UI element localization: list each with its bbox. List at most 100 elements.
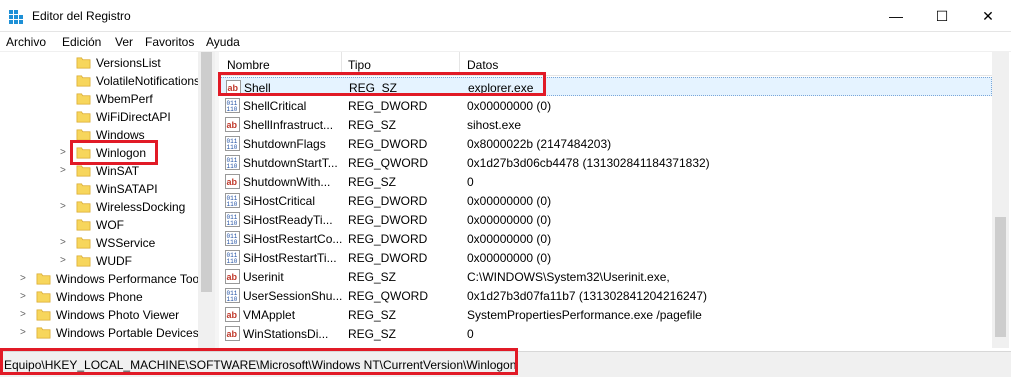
folder-icon xyxy=(76,73,91,88)
column-header-nombre[interactable]: Nombre xyxy=(227,58,270,72)
tree-item[interactable]: > Winlogon xyxy=(0,144,200,162)
tree-item[interactable]: WinSATAPI xyxy=(0,180,200,198)
cell-data: C:\WINDOWS\System32\Userinit.exe, xyxy=(467,270,670,284)
table-row[interactable]: ab Shell REG_SZ explorer.exe xyxy=(219,77,992,96)
registry-tree[interactable]: VersionsList VolatileNotifications WbemPer… xyxy=(0,52,215,348)
table-row[interactable]: 011 110 UserSessionShu... REG_QWORD 0x1d27b3… xyxy=(219,286,992,305)
chevron-right-icon[interactable]: > xyxy=(60,165,70,177)
minimize-button[interactable]: — xyxy=(873,0,919,32)
binary-value-icon: 011 110 xyxy=(225,98,240,113)
tree-item-label: Windows Portable Devices xyxy=(56,326,199,340)
cell-type: REG_DWORD xyxy=(348,137,428,151)
cell-data: 0x00000000 (0) xyxy=(467,99,552,113)
table-row[interactable]: ab ShellInfrastruct... REG_SZ sihost.exe xyxy=(219,115,992,134)
chevron-right-icon[interactable]: > xyxy=(60,201,70,213)
binary-value-icon: 011 110 xyxy=(225,193,240,208)
cell-data: 0x00000000 (0) xyxy=(467,213,552,227)
chevron-right-icon[interactable]: > xyxy=(20,273,30,285)
menu-ayuda[interactable]: Ayuda xyxy=(206,35,240,49)
svg-text:ab: ab xyxy=(227,177,238,187)
menu-bar: Archivo Edición Ver Favoritos Ayuda xyxy=(0,32,1011,52)
svg-text:ab: ab xyxy=(228,83,239,93)
tree-item[interactable]: > Windows Performance Toolkit xyxy=(0,270,214,288)
svg-text:110: 110 xyxy=(227,296,238,303)
close-button[interactable]: ✕ xyxy=(965,0,1011,32)
cell-data: 0x8000022b (2147484203) xyxy=(467,137,612,151)
folder-icon xyxy=(76,145,91,160)
binary-value-icon: 011 110 xyxy=(225,288,240,303)
cell-data: 0 xyxy=(467,327,474,341)
tree-item[interactable]: > Windows Phone xyxy=(0,288,200,306)
cell-type: REG_SZ xyxy=(348,308,397,322)
tree-item[interactable]: WiFiDirectAPI xyxy=(0,108,200,126)
menu-archivo[interactable]: Archivo xyxy=(6,35,46,49)
table-row[interactable]: ab Userinit REG_SZ C:\WINDOWS\System32\User… xyxy=(219,267,992,286)
window-title: Editor del Registro xyxy=(32,9,131,23)
maximize-button[interactable]: ☐ xyxy=(919,0,965,32)
tree-item[interactable]: > Windows Portable Devices xyxy=(0,324,200,342)
list-scrollbar[interactable] xyxy=(992,52,1009,348)
cell-name: ShutdownStartT... xyxy=(243,156,338,170)
cell-type: REG_SZ xyxy=(348,175,397,189)
tree-item[interactable]: > WirelessDocking xyxy=(0,198,200,216)
column-header-datos[interactable]: Datos xyxy=(467,58,498,72)
tree-item-label: WinSAT xyxy=(96,164,140,178)
table-row[interactable]: 011 110 ShutdownFlags REG_DWORD 0x8000022b (… xyxy=(219,134,992,153)
chevron-right-icon[interactable]: > xyxy=(60,255,70,267)
cell-data: sihost.exe xyxy=(467,118,522,132)
column-header-tipo[interactable]: Tipo xyxy=(348,58,371,72)
chevron-right-icon[interactable]: > xyxy=(20,309,30,321)
binary-value-icon: 011 110 xyxy=(225,155,240,170)
menu-edicion[interactable]: Edición xyxy=(62,35,101,49)
table-row[interactable]: ab VMApplet REG_SZ SystemPropertiesPerforma… xyxy=(219,305,992,324)
tree-scrollbar[interactable] xyxy=(198,52,215,348)
svg-text:110: 110 xyxy=(227,220,238,227)
list-scrollbar-thumb[interactable] xyxy=(995,217,1006,337)
tree-scrollbar-thumb[interactable] xyxy=(201,52,212,292)
tree-item-label: WSService xyxy=(96,236,156,250)
maximize-icon: ☐ xyxy=(935,7,949,24)
tree-item[interactable]: > WinSAT xyxy=(0,162,200,180)
tree-item[interactable]: WbemPerf xyxy=(0,90,200,108)
cell-data: explorer.exe xyxy=(468,81,534,95)
folder-icon xyxy=(76,253,91,268)
table-row[interactable]: 011 110 ShutdownStartT... REG_QWORD 0x1d27b3… xyxy=(219,153,992,172)
tree-item[interactable]: VersionsList xyxy=(0,54,200,72)
tree-item[interactable]: VolatileNotifications xyxy=(0,72,200,90)
folder-icon xyxy=(36,325,51,340)
tree-item[interactable]: WOF xyxy=(0,216,200,234)
folder-icon xyxy=(76,91,91,106)
folder-icon xyxy=(36,271,51,286)
chevron-right-icon[interactable]: > xyxy=(20,327,30,339)
tree-item[interactable]: > Windows Photo Viewer xyxy=(0,306,200,324)
table-row[interactable]: 011 110 SiHostRestartTi... REG_DWORD 0x00000… xyxy=(219,248,992,267)
column-divider[interactable] xyxy=(341,52,342,76)
table-row[interactable]: 011 110 SiHostRestartCo... REG_DWORD 0x00000… xyxy=(219,229,992,248)
cell-name: WinStationsDi... xyxy=(243,327,329,341)
registry-editor-icon xyxy=(9,10,23,24)
binary-value-icon: 011 110 xyxy=(225,250,240,265)
cell-name: SiHostCritical xyxy=(243,194,316,208)
table-row[interactable]: 011 110 SiHostReadyTi... REG_DWORD 0x0000000… xyxy=(219,210,992,229)
cell-data: 0 xyxy=(467,175,474,189)
table-row[interactable]: ab ShutdownWith... REG_SZ 0 xyxy=(219,172,992,191)
tree-item[interactable]: > WUDF xyxy=(0,252,200,270)
registry-path: Equipo\HKEY_LOCAL_MACHINE\SOFTWARE\Micro… xyxy=(4,358,517,372)
table-row[interactable]: 011 110 ShellCritical REG_DWORD 0x00000000 (… xyxy=(219,96,992,115)
cell-type: REG_QWORD xyxy=(348,156,429,170)
tree-item[interactable]: Windows xyxy=(0,126,200,144)
tree-item-label: Windows Performance Toolkit xyxy=(56,272,214,286)
chevron-right-icon[interactable]: > xyxy=(60,237,70,249)
chevron-right-icon[interactable]: > xyxy=(20,291,30,303)
column-divider[interactable] xyxy=(459,52,460,76)
table-row[interactable]: ab WinStationsDi... REG_SZ 0 xyxy=(219,324,992,343)
chevron-right-icon[interactable]: > xyxy=(60,147,70,159)
menu-ver[interactable]: Ver xyxy=(115,35,133,49)
tree-item[interactable]: > WSService xyxy=(0,234,200,252)
tree-item-label: WinSATAPI xyxy=(96,182,158,196)
menu-favoritos[interactable]: Favoritos xyxy=(145,35,194,49)
folder-icon xyxy=(76,181,91,196)
string-value-icon: ab xyxy=(225,326,240,341)
cell-data: 0x1d27b3d07fa11b7 (131302841204216247) xyxy=(467,289,708,303)
table-row[interactable]: 011 110 SiHostCritical REG_DWORD 0x00000000 … xyxy=(219,191,992,210)
